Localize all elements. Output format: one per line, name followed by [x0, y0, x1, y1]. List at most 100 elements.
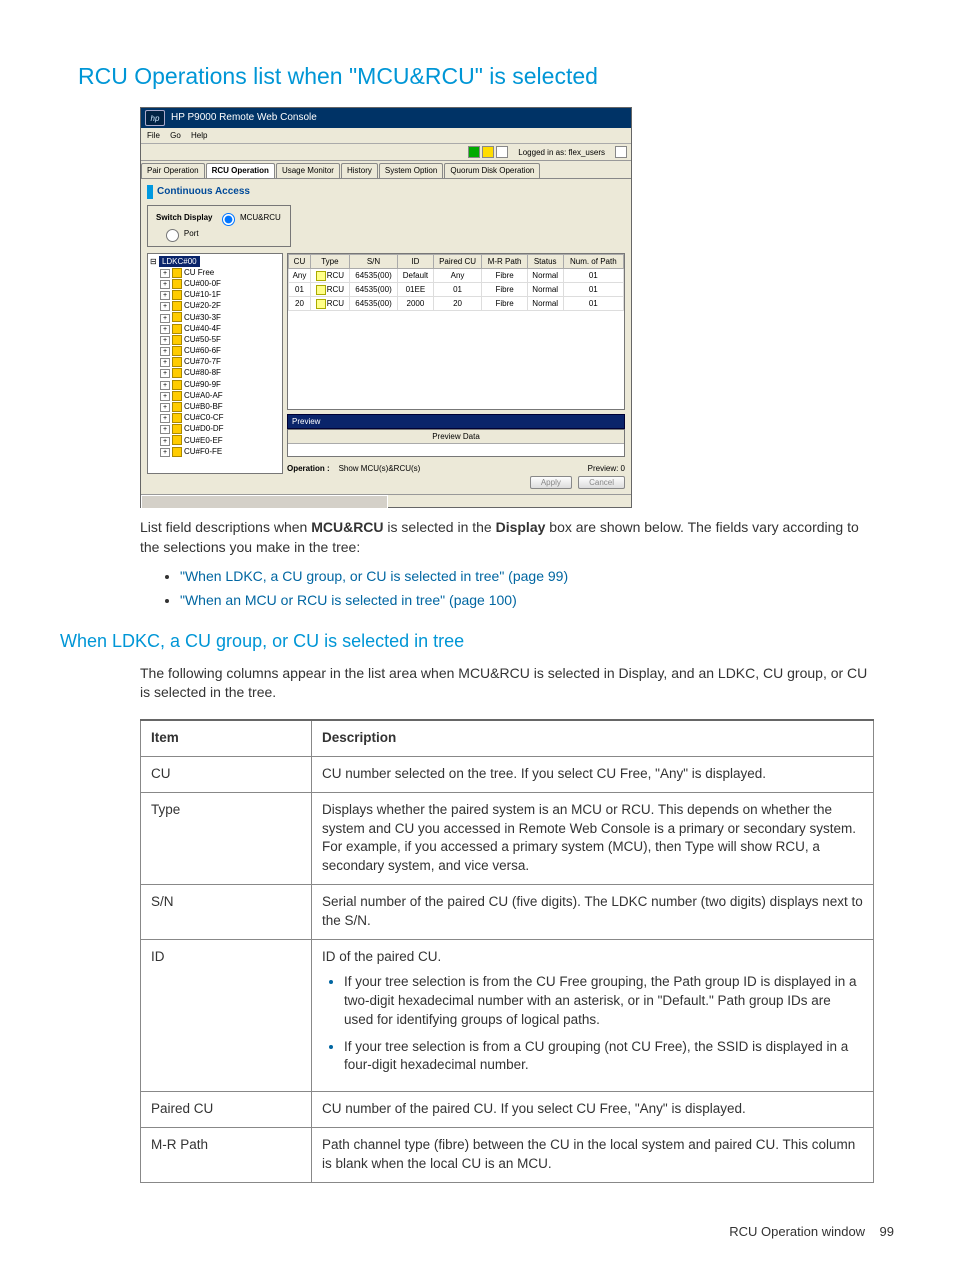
status-icon [482, 146, 494, 158]
tree-item[interactable]: +CU#F0-FE [150, 446, 280, 457]
preview-data-label: Preview Data [288, 430, 624, 444]
type-icon [316, 271, 326, 281]
folder-icon [172, 290, 182, 300]
table-row: TypeDisplays whether the paired system i… [141, 792, 874, 885]
menu-file[interactable]: File [147, 131, 160, 140]
grid-header[interactable]: S/N [349, 254, 397, 268]
menu-go[interactable]: Go [170, 131, 181, 140]
tree-item[interactable]: +CU#30-3F [150, 312, 280, 323]
desc-cell: CU number selected on the tree. If you s… [312, 756, 874, 792]
table-row: IDID of the paired CU.If your tree selec… [141, 940, 874, 1092]
table-row: S/NSerial number of the paired CU (five … [141, 885, 874, 940]
tree-item[interactable]: +CU#E0-EF [150, 435, 280, 446]
tree-item[interactable]: +CU#40-4F [150, 323, 280, 334]
grid-header[interactable]: CU [289, 254, 311, 268]
tab-bar: Pair Operation RCU Operation Usage Monit… [141, 161, 631, 178]
tree-item[interactable]: +CU#20-2F [150, 300, 280, 311]
tab-usage-monitor[interactable]: Usage Monitor [276, 163, 340, 177]
status-bar: Logged in as: flex_users [141, 144, 631, 161]
col-description: Description [312, 720, 874, 756]
logged-in-label: Logged in as: flex_users [518, 147, 605, 158]
sub-heading: When LDKC, a CU group, or CU is selected… [60, 629, 894, 654]
table-row[interactable]: 01RCU64535(00)01EE01FibreNormal01 [289, 282, 624, 296]
status-icon [496, 146, 508, 158]
rcu-grid[interactable]: CUTypeS/NIDPaired CUM-R PathStatusNum. o… [287, 253, 625, 410]
folder-icon [172, 312, 182, 322]
tab-history[interactable]: History [341, 163, 378, 177]
desc-cell: Serial number of the paired CU (five dig… [312, 885, 874, 940]
desc-cell: Displays whether the paired system is an… [312, 792, 874, 885]
window-titlebar: hp HP P9000 Remote Web Console [141, 108, 631, 128]
tree-item[interactable]: +CU#90-9F [150, 379, 280, 390]
folder-icon [172, 447, 182, 457]
operation-value: Show MCU(s)&RCU(s) [339, 464, 421, 473]
switch-display-group: Switch Display MCU&RCU Port [147, 205, 291, 247]
tree-item[interactable]: +CU#80-8F [150, 367, 280, 378]
grid-header[interactable]: Num. of Path [563, 254, 623, 268]
preview-header: Preview [287, 414, 625, 429]
ldkc-tree[interactable]: ⊟ LDKC#00 +CU Free+CU#00-0F+CU#10-1F+CU#… [147, 253, 283, 474]
folder-icon [172, 346, 182, 356]
desc-cell: CU number of the paired CU. If you selec… [312, 1092, 874, 1128]
item-cell: Paired CU [141, 1092, 312, 1128]
grid-header[interactable]: Status [527, 254, 563, 268]
tree-item[interactable]: +CU#C0-CF [150, 412, 280, 423]
grid-header[interactable]: Paired CU [433, 254, 482, 268]
tab-pair-operation[interactable]: Pair Operation [141, 163, 205, 177]
menu-bar[interactable]: File Go Help [141, 128, 631, 144]
desc-cell: Path channel type (fibre) between the CU… [312, 1128, 874, 1183]
tree-item[interactable]: +CU#00-0F [150, 278, 280, 289]
table-row[interactable]: AnyRCU64535(00)DefaultAnyFibreNormal01 [289, 268, 624, 282]
tree-item[interactable]: +CU#10-1F [150, 289, 280, 300]
console-screenshot: hp HP P9000 Remote Web Console File Go H… [140, 107, 632, 508]
intro-paragraph: List field descriptions when MCU&RCU is … [140, 518, 874, 557]
tab-quorum-disk[interactable]: Quorum Disk Operation [444, 163, 540, 177]
type-icon [316, 285, 326, 295]
link-ldkc[interactable]: "When LDKC, a CU group, or CU is selecte… [180, 568, 568, 584]
link-mcu-rcu[interactable]: "When an MCU or RCU is selected in tree"… [180, 592, 517, 608]
horizontal-scrollbar[interactable] [141, 494, 631, 507]
folder-icon [172, 324, 182, 334]
cancel-button[interactable]: Cancel [578, 476, 625, 489]
page-title: RCU Operations list when "MCU&RCU" is se… [78, 60, 894, 92]
settings-icon[interactable] [615, 146, 627, 158]
desc-cell: ID of the paired CU.If your tree selecti… [312, 940, 874, 1092]
folder-icon [172, 413, 182, 423]
tree-item[interactable]: +CU#A0-AF [150, 390, 280, 401]
preview-count: Preview: 0 [588, 464, 625, 473]
folder-icon [172, 301, 182, 311]
panel-heading: Continuous Access [147, 185, 625, 199]
folder-icon [172, 402, 182, 412]
apply-button[interactable]: Apply [530, 476, 572, 489]
tab-system-option[interactable]: System Option [379, 163, 443, 177]
hp-logo-icon: hp [145, 110, 165, 126]
menu-help[interactable]: Help [191, 131, 207, 140]
table-row: Paired CUCU number of the paired CU. If … [141, 1092, 874, 1128]
tree-root[interactable]: LDKC#00 [159, 256, 200, 267]
radio-port[interactable]: Port [161, 229, 199, 238]
grid-header[interactable]: Type [310, 254, 349, 268]
sub-intro: The following columns appear in the list… [140, 664, 874, 703]
radio-mcurcu[interactable]: MCU&RCU [217, 213, 281, 222]
folder-icon [172, 424, 182, 434]
tree-item[interactable]: +CU Free [150, 267, 280, 278]
item-cell: CU [141, 756, 312, 792]
window-title: HP P9000 Remote Web Console [171, 111, 317, 125]
tree-item[interactable]: +CU#B0-BF [150, 401, 280, 412]
item-cell: M-R Path [141, 1128, 312, 1183]
folder-icon [172, 279, 182, 289]
list-item: If your tree selection is from the CU Fr… [344, 973, 863, 1030]
tree-item[interactable]: +CU#D0-DF [150, 423, 280, 434]
tab-rcu-operation[interactable]: RCU Operation [206, 163, 275, 177]
folder-icon [172, 335, 182, 345]
switch-legend: Switch Display [154, 212, 214, 223]
page-footer: RCU Operation window 99 [60, 1223, 894, 1241]
folder-icon [172, 391, 182, 401]
grid-header[interactable]: ID [398, 254, 433, 268]
tree-item[interactable]: +CU#50-5F [150, 334, 280, 345]
tree-item[interactable]: +CU#60-6F [150, 345, 280, 356]
table-row[interactable]: 20RCU64535(00)200020FibreNormal01 [289, 297, 624, 311]
tree-item[interactable]: +CU#70-7F [150, 356, 280, 367]
grid-header[interactable]: M-R Path [482, 254, 527, 268]
table-row: M-R PathPath channel type (fibre) betwee… [141, 1128, 874, 1183]
